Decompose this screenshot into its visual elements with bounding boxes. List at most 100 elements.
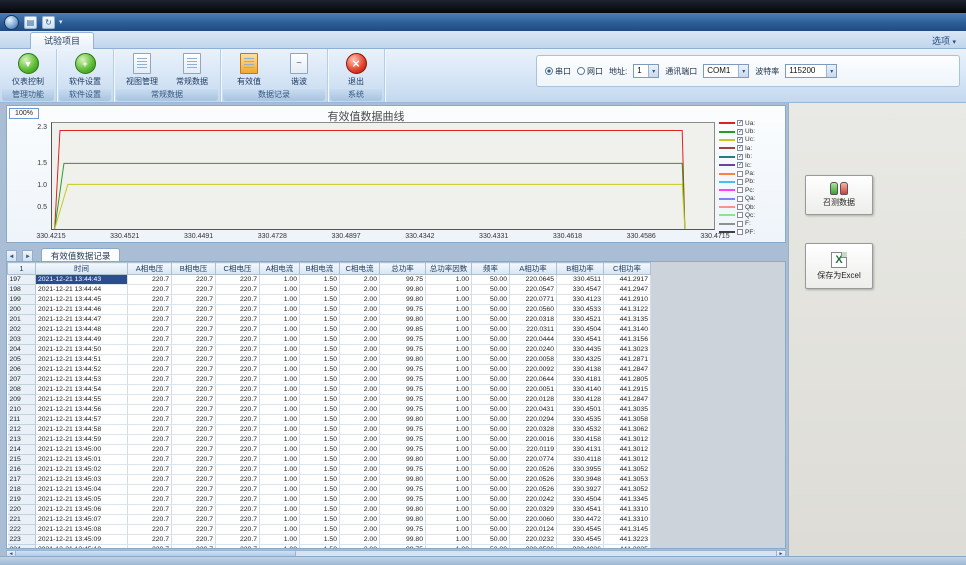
- table-row[interactable]: 2072021-12-21 13:44:53220.7220.7220.71.0…: [8, 375, 651, 385]
- table-cell[interactable]: 220.7: [128, 405, 172, 415]
- table-cell[interactable]: 1.00: [260, 305, 300, 315]
- table-cell[interactable]: 220.7: [128, 335, 172, 345]
- table-cell[interactable]: 441.3058: [604, 415, 651, 425]
- table-cell[interactable]: 220.7: [216, 285, 260, 295]
- table-cell[interactable]: 1.00: [426, 365, 472, 375]
- table-cell[interactable]: 99.80: [380, 355, 426, 365]
- legend-checkbox[interactable]: [737, 196, 743, 202]
- table-cell[interactable]: 1.50: [300, 375, 340, 385]
- table-cell[interactable]: 220.7: [172, 295, 216, 305]
- table-cell[interactable]: 220.7: [172, 285, 216, 295]
- table-row[interactable]: 2082021-12-21 13:44:54220.7220.7220.71.0…: [8, 385, 651, 395]
- options-menu[interactable]: 选项 ▾: [932, 34, 956, 47]
- table-cell[interactable]: 2.00: [340, 305, 380, 315]
- table-cell[interactable]: 330.4131: [557, 445, 604, 455]
- legend-checkbox[interactable]: [737, 171, 743, 177]
- table-cell[interactable]: 2021-12-21 13:44:56: [36, 405, 128, 415]
- table-cell[interactable]: 197: [8, 275, 36, 285]
- table-cell[interactable]: 441.3012: [604, 435, 651, 445]
- table-cell[interactable]: 220.7: [216, 295, 260, 305]
- table-cell[interactable]: 220.7: [216, 335, 260, 345]
- table-cell[interactable]: 2.00: [340, 465, 380, 475]
- table-cell[interactable]: 220.7: [128, 545, 172, 550]
- table-cell[interactable]: 220.0311: [510, 325, 557, 335]
- table-cell[interactable]: 1.50: [300, 395, 340, 405]
- table-cell[interactable]: 50.00: [472, 365, 510, 375]
- table-row[interactable]: 2232021-12-21 13:45:09220.7220.7220.71.0…: [8, 535, 651, 545]
- legend-checkbox[interactable]: ✓: [737, 129, 743, 135]
- table-cell[interactable]: 1.50: [300, 415, 340, 425]
- table-cell[interactable]: 2021-12-21 13:44:54: [36, 385, 128, 395]
- table-cell[interactable]: 1.00: [426, 435, 472, 445]
- table-cell[interactable]: 220.7: [216, 325, 260, 335]
- table-cell[interactable]: 220.0058: [510, 355, 557, 365]
- table-cell[interactable]: 1.00: [426, 285, 472, 295]
- regular-data-button[interactable]: 常规数据: [168, 51, 216, 87]
- table-cell[interactable]: 99.75: [380, 425, 426, 435]
- table-cell[interactable]: 50.00: [472, 485, 510, 495]
- table-row[interactable]: 1992021-12-21 13:44:45220.7220.7220.71.0…: [8, 295, 651, 305]
- table-cell[interactable]: 50.00: [472, 305, 510, 315]
- table-cell[interactable]: 220.7: [128, 435, 172, 445]
- table-cell[interactable]: 330.4138: [557, 365, 604, 375]
- table-cell[interactable]: 2.00: [340, 345, 380, 355]
- table-cell[interactable]: 220.7: [128, 295, 172, 305]
- table-cell[interactable]: 220.0536: [510, 545, 557, 550]
- table-cell[interactable]: 220.7: [128, 495, 172, 505]
- table-cell[interactable]: 99.75: [380, 445, 426, 455]
- table-cell[interactable]: 220.7: [216, 495, 260, 505]
- table-cell[interactable]: 220.7: [216, 435, 260, 445]
- table-cell[interactable]: 222: [8, 525, 36, 535]
- table-cell[interactable]: 441.3023: [604, 345, 651, 355]
- table-cell[interactable]: 1.50: [300, 545, 340, 550]
- table-cell[interactable]: 1.00: [260, 295, 300, 305]
- table-cell[interactable]: 1.00: [426, 475, 472, 485]
- table-cell[interactable]: 1.00: [426, 415, 472, 425]
- table-cell[interactable]: 330.4545: [557, 525, 604, 535]
- table-row[interactable]: 2222021-12-21 13:45:08220.7220.7220.71.0…: [8, 525, 651, 535]
- table-cell[interactable]: 99.80: [380, 415, 426, 425]
- table-cell[interactable]: 99.75: [380, 335, 426, 345]
- table-row[interactable]: 2062021-12-21 13:44:52220.7220.7220.71.0…: [8, 365, 651, 375]
- table-cell[interactable]: 330.4435: [557, 345, 604, 355]
- table-cell[interactable]: 99.75: [380, 495, 426, 505]
- table-cell[interactable]: 215: [8, 455, 36, 465]
- table-cell[interactable]: 1.50: [300, 425, 340, 435]
- table-cell[interactable]: 220.0092: [510, 365, 557, 375]
- table-cell[interactable]: 220.7: [216, 455, 260, 465]
- table-cell[interactable]: 1.00: [260, 375, 300, 385]
- legend-checkbox[interactable]: ✓: [737, 145, 743, 151]
- table-cell[interactable]: 200: [8, 305, 36, 315]
- table-cell[interactable]: 330.4140: [557, 385, 604, 395]
- table-cell[interactable]: 213: [8, 435, 36, 445]
- table-cell[interactable]: 220.7: [128, 505, 172, 515]
- table-cell[interactable]: 441.3140: [604, 325, 651, 335]
- table-cell[interactable]: 99.80: [380, 455, 426, 465]
- table-cell[interactable]: 1.00: [426, 505, 472, 515]
- table-cell[interactable]: 330.4325: [557, 355, 604, 365]
- table-cell[interactable]: 1.00: [426, 495, 472, 505]
- table-cell[interactable]: 99.75: [380, 545, 426, 550]
- table-cell[interactable]: 50.00: [472, 295, 510, 305]
- table-cell[interactable]: 220.7: [128, 475, 172, 485]
- table-cell[interactable]: 220.7: [172, 505, 216, 515]
- table-cell[interactable]: 50.00: [472, 455, 510, 465]
- table-cell[interactable]: 204: [8, 345, 36, 355]
- table-cell[interactable]: 217: [8, 475, 36, 485]
- table-cell[interactable]: 2021-12-21 13:44:57: [36, 415, 128, 425]
- table-cell[interactable]: 99.75: [380, 405, 426, 415]
- table-cell[interactable]: 2021-12-21 13:45:08: [36, 525, 128, 535]
- table-cell[interactable]: 2.00: [340, 365, 380, 375]
- table-cell[interactable]: 50.00: [472, 415, 510, 425]
- table-cell[interactable]: 1.00: [426, 545, 472, 550]
- table-cell[interactable]: 330.4181: [557, 375, 604, 385]
- table-cell[interactable]: 441.3053: [604, 475, 651, 485]
- table-cell[interactable]: 50.00: [472, 315, 510, 325]
- app-menu-icon[interactable]: [4, 15, 19, 30]
- table-cell[interactable]: 99.80: [380, 505, 426, 515]
- table-cell[interactable]: 220.7: [216, 505, 260, 515]
- table-cell[interactable]: 330.4123: [557, 295, 604, 305]
- table-cell[interactable]: 330.3948: [557, 475, 604, 485]
- table-cell[interactable]: 99.80: [380, 535, 426, 545]
- table-cell[interactable]: 2021-12-21 13:45:02: [36, 465, 128, 475]
